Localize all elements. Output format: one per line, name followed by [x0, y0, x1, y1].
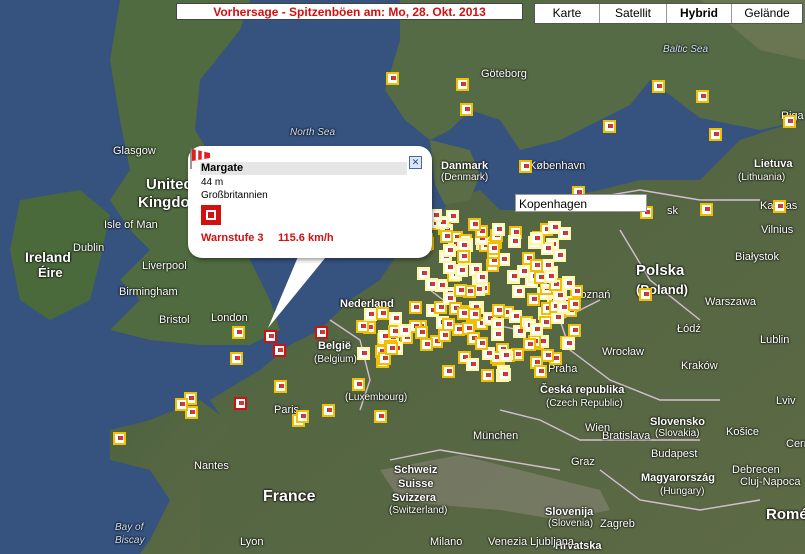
- warning-level-text: Warnstufe 3: [201, 232, 264, 244]
- wind-speed: 115.6 km/h: [278, 232, 334, 244]
- map-type-satellit[interactable]: Satellit: [600, 4, 667, 23]
- popup-tail: [268, 252, 330, 328]
- map-type-control: Karte Satellit Hybrid Gelände: [534, 3, 803, 24]
- hover-tooltip: Kopenhagen: [515, 194, 647, 212]
- map-type-karte[interactable]: Karte: [535, 4, 600, 23]
- forecast-title: Vorhersage - Spitzenböen am: Mo, 28. Okt…: [176, 3, 523, 20]
- map-type-hybrid[interactable]: Hybrid: [667, 4, 732, 23]
- map-type-gelaende[interactable]: Gelände: [732, 4, 802, 23]
- station-altitude: 44 m: [201, 177, 224, 188]
- warning-level-icon: [201, 205, 221, 225]
- close-popup-button[interactable]: ✕: [409, 156, 422, 169]
- station-popup: Margate ✕ 44 m Großbritannien Warnstufe …: [188, 146, 432, 258]
- station-country: Großbritannien: [201, 190, 268, 201]
- map-canvas[interactable]: United Kingdom Ireland Éire France Polsk…: [0, 0, 805, 554]
- station-name: Margate: [200, 162, 407, 175]
- windsock-icon: [190, 148, 210, 169]
